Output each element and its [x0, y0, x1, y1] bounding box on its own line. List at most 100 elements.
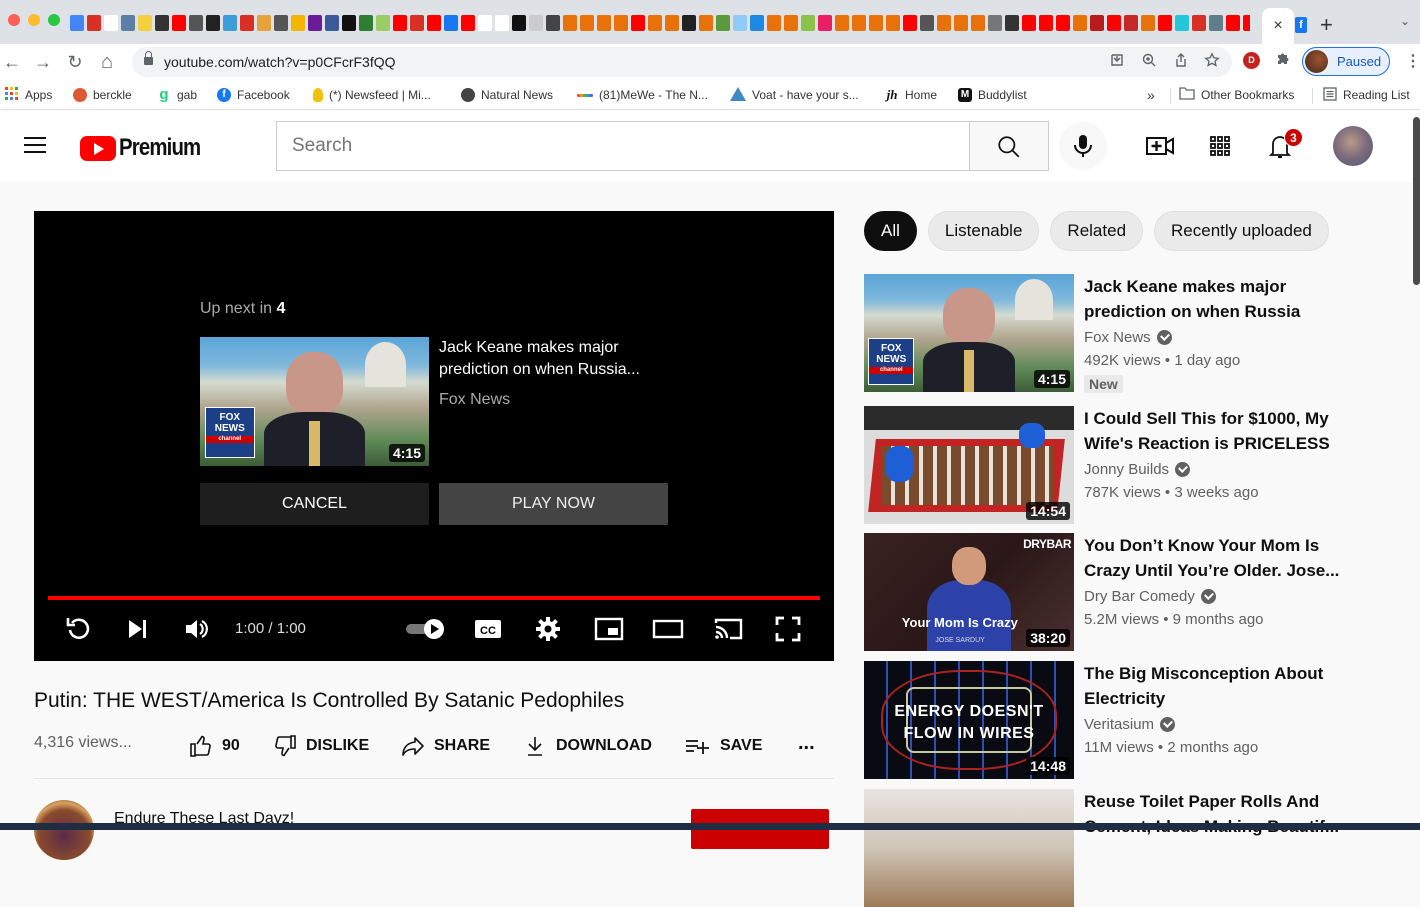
- tab-favicon[interactable]: [206, 15, 220, 31]
- recommendation-thumbnail[interactable]: [864, 789, 1074, 907]
- tab-favicon[interactable]: [291, 15, 305, 31]
- zoom-icon[interactable]: [1141, 52, 1157, 72]
- tab-favicon[interactable]: [937, 15, 951, 31]
- tab-favicon[interactable]: [563, 15, 577, 31]
- tab-favicon[interactable]: [852, 15, 866, 31]
- save-button[interactable]: SAVE: [684, 731, 762, 761]
- bookmark-natural-news[interactable]: Natural News: [461, 85, 553, 105]
- page-scrollbar[interactable]: [1413, 117, 1420, 285]
- tab-favicon[interactable]: [1141, 15, 1155, 31]
- tab-favicon[interactable]: [512, 15, 526, 31]
- tab-favicon[interactable]: [495, 15, 509, 31]
- replay-button[interactable]: [60, 611, 96, 647]
- recommendation-thumbnail[interactable]: FOX NEWS channel 4:15: [864, 274, 1074, 392]
- search-box[interactable]: [276, 121, 970, 171]
- play-now-button[interactable]: PLAY NOW: [439, 483, 668, 525]
- recommendation-title[interactable]: Reuse Toilet Paper Rolls And Cement, Ide…: [1084, 789, 1344, 839]
- tab-favicon[interactable]: [716, 15, 730, 31]
- tab-favicon[interactable]: [784, 15, 798, 31]
- bookmark-facebook[interactable]: f Facebook: [217, 85, 290, 105]
- lock-icon[interactable]: [144, 51, 153, 66]
- tab-favicon[interactable]: [733, 15, 747, 31]
- chip-listenable[interactable]: Listenable: [927, 211, 1040, 251]
- tab-favicon[interactable]: [1039, 15, 1053, 31]
- tab-favicon[interactable]: [614, 15, 628, 31]
- recommendation-channel[interactable]: Dry Bar Comedy: [1084, 588, 1216, 605]
- bookmark-apps[interactable]: Apps: [5, 85, 52, 105]
- tab-favicon[interactable]: [325, 15, 339, 31]
- tab-favicon[interactable]: [427, 15, 441, 31]
- browser-menu-icon[interactable]: ⋮: [1405, 51, 1420, 71]
- view-count[interactable]: 4,316 views...: [34, 734, 132, 752]
- reload-button[interactable]: ↻: [63, 50, 87, 74]
- volume-button[interactable]: [179, 611, 215, 647]
- search-button[interactable]: [969, 121, 1049, 171]
- recommendation-item[interactable]: 14:54 I Could Sell This for $1000, My Wi…: [864, 406, 1354, 524]
- tab-favicon[interactable]: [461, 15, 475, 31]
- tab-favicon[interactable]: [988, 15, 1002, 31]
- cancel-autoplay-button[interactable]: CANCEL: [200, 483, 429, 525]
- tab-favicon[interactable]: [903, 15, 917, 31]
- settings-button[interactable]: [530, 611, 566, 647]
- home-button[interactable]: ⌂: [95, 50, 119, 74]
- tab-favicon[interactable]: [274, 15, 288, 31]
- channel-avatar[interactable]: [34, 800, 94, 860]
- tab-favicon[interactable]: [546, 15, 560, 31]
- tab-favicon[interactable]: [359, 15, 373, 31]
- recommendation-thumbnail[interactable]: DRYBAR Your Mom Is Crazy JOSE SARDUY 38:…: [864, 533, 1074, 651]
- bookmark-gab[interactable]: g gab: [157, 85, 197, 105]
- bookmark-newsfeed[interactable]: (*) Newsfeed | Mi...: [313, 85, 431, 105]
- video-player[interactable]: Up next in 4 FOX NEWS channel 4:15 Jack Ke…: [34, 211, 834, 661]
- tab-favicon[interactable]: [1192, 15, 1206, 31]
- tab-favicon[interactable]: [767, 15, 781, 31]
- tab-favicon[interactable]: [155, 15, 169, 31]
- tab-favicon[interactable]: [580, 15, 594, 31]
- bookmarks-overflow-button[interactable]: »: [1147, 85, 1155, 105]
- tab-favicon[interactable]: [801, 15, 815, 31]
- recommendation-thumbnail[interactable]: 14:54: [864, 406, 1074, 524]
- tab-favicon[interactable]: [835, 15, 849, 31]
- extension-d-icon[interactable]: D: [1243, 52, 1260, 69]
- tab-favicon[interactable]: [1022, 15, 1036, 31]
- recommendation-item[interactable]: ENERGY DOESN'T FLOW IN WIRES 14:48 The B…: [864, 661, 1354, 779]
- more-actions-button[interactable]: ...: [798, 728, 815, 758]
- recommendation-title[interactable]: You Don’t Know Your Mom Is Crazy Until Y…: [1084, 533, 1344, 583]
- autoplay-toggle[interactable]: [404, 611, 452, 647]
- window-zoom-button[interactable]: [48, 14, 60, 26]
- tab-favicon[interactable]: [223, 15, 237, 31]
- tab-favicon[interactable]: [342, 15, 356, 31]
- tab-favicon[interactable]: [699, 15, 713, 31]
- upnext-thumbnail[interactable]: FOX NEWS channel 4:15: [200, 337, 429, 466]
- tab-favicon[interactable]: [1124, 15, 1138, 31]
- tab-favicon[interactable]: [971, 15, 985, 31]
- recommendation-channel[interactable]: Jonny Builds: [1084, 461, 1191, 478]
- tab-facebook[interactable]: f: [1295, 17, 1307, 33]
- recommendation-item[interactable]: FOX NEWS channel 4:15 Jack Keane makes maj…: [864, 274, 1354, 393]
- extensions-puzzle-icon[interactable]: [1275, 50, 1291, 71]
- tab-favicon[interactable]: [750, 15, 764, 31]
- apps-button[interactable]: [1202, 128, 1238, 164]
- bookmark-berckle[interactable]: berckle: [73, 85, 132, 105]
- tab-favicon[interactable]: [1090, 15, 1104, 31]
- tab-favicon[interactable]: [240, 15, 254, 31]
- tab-favicon[interactable]: [189, 15, 203, 31]
- like-button[interactable]: 90: [188, 731, 240, 761]
- tab-favicon[interactable]: [138, 15, 152, 31]
- chip-all[interactable]: All: [864, 211, 917, 251]
- recommendation-item[interactable]: Reuse Toilet Paper Rolls And Cement, Ide…: [864, 789, 1354, 907]
- recommendation-item[interactable]: DRYBAR Your Mom Is Crazy JOSE SARDUY 38:…: [864, 533, 1354, 651]
- tab-favicon[interactable]: [104, 15, 118, 31]
- tab-favicon[interactable]: [1073, 15, 1087, 31]
- window-close-button[interactable]: [8, 14, 20, 26]
- bookmark-mewe[interactable]: (81)MeWe - The N...: [577, 85, 708, 105]
- reading-list[interactable]: Reading List: [1323, 85, 1410, 105]
- chip-related[interactable]: Related: [1050, 211, 1144, 251]
- tab-favicon[interactable]: [597, 15, 611, 31]
- tab-favicon[interactable]: [648, 15, 662, 31]
- tab-favicon[interactable]: [410, 15, 424, 31]
- tab-favicon[interactable]: [478, 15, 492, 31]
- tab-favicon[interactable]: [172, 15, 186, 31]
- tab-favicon[interactable]: [87, 15, 101, 31]
- tab-favicon[interactable]: [1107, 15, 1121, 31]
- tab-favicon[interactable]: [376, 15, 390, 31]
